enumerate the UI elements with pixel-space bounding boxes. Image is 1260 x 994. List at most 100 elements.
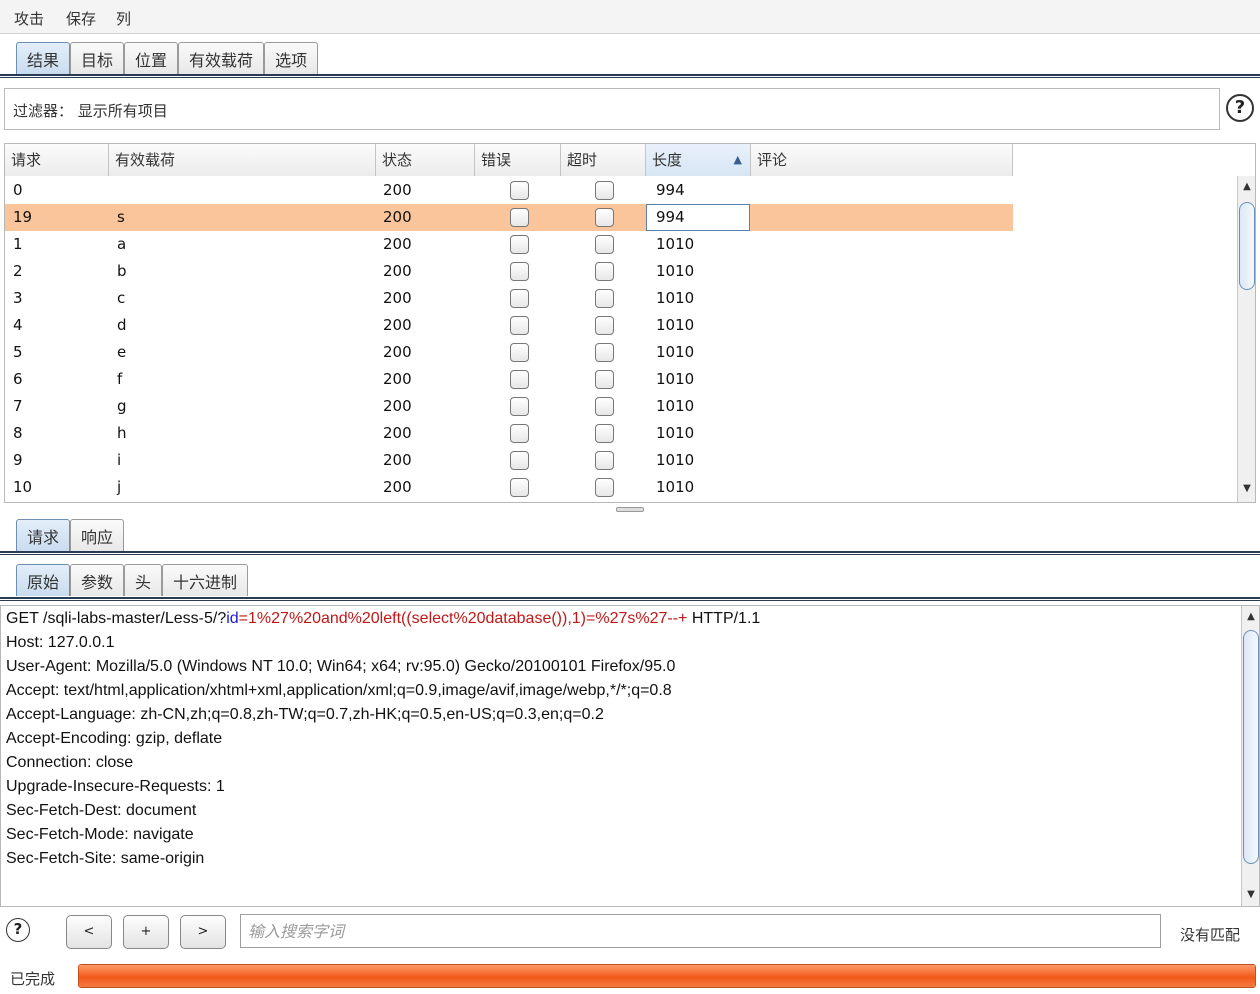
cell-status: 200 (383, 208, 412, 226)
search-input[interactable] (240, 914, 1161, 948)
error-checkbox[interactable] (510, 235, 529, 254)
col-comment[interactable]: 评论 (751, 144, 1013, 176)
scrollbar-thumb[interactable] (1239, 202, 1255, 290)
scroll-up-icon[interactable]: ▲ (1239, 178, 1255, 196)
tab-positions[interactable]: 位置 (124, 42, 179, 74)
cell-status: 200 (383, 451, 412, 469)
editor-scroll-up-icon[interactable]: ▲ (1243, 608, 1259, 626)
timeout-checkbox[interactable] (595, 316, 614, 335)
request-header-line: Host: 127.0.0.1 (6, 634, 115, 651)
menu-columns[interactable]: 列 (116, 8, 131, 29)
error-checkbox[interactable] (510, 262, 529, 281)
table-row[interactable]: 3 c 200 1010 (5, 285, 1013, 312)
timeout-checkbox[interactable] (595, 262, 614, 281)
progress-bar (78, 964, 1256, 988)
cell-length: 994 (656, 208, 685, 226)
table-row[interactable]: 4 d 200 1010 (5, 312, 1013, 339)
scroll-down-icon[interactable]: ▼ (1239, 480, 1255, 498)
editor-scrollbar[interactable]: ▲ ▼ (1241, 606, 1259, 906)
cell-status: 200 (383, 478, 412, 496)
col-timeout[interactable]: 超时 (561, 144, 646, 176)
cell-status: 200 (383, 424, 412, 442)
param-name: id (226, 610, 239, 627)
tab-raw[interactable]: 原始 (16, 564, 71, 596)
col-payload[interactable]: 有效载荷 (109, 144, 376, 176)
table-row[interactable]: 10 j 200 1010 (5, 474, 1013, 501)
cell-length: 1010 (656, 235, 695, 253)
table-row[interactable]: 2 b 200 1010 (5, 258, 1013, 285)
menu-save[interactable]: 保存 (66, 8, 96, 29)
filter-bar[interactable]: 过滤器： 显示所有项目 (4, 88, 1220, 130)
table-row[interactable]: 8 h 200 1010 (5, 420, 1013, 447)
param-equals: = (238, 610, 249, 627)
table-row[interactable]: 9 i 200 1010 (5, 447, 1013, 474)
table-scrollbar[interactable]: ▲ ▼ (1237, 176, 1255, 502)
cell-payload: a (117, 235, 127, 253)
request-header-line: Accept-Encoding: gzip, deflate (6, 730, 223, 747)
next-match-button[interactable]: > (180, 915, 226, 949)
error-checkbox[interactable] (510, 289, 529, 308)
editor-scroll-down-icon[interactable]: ▼ (1243, 886, 1259, 904)
error-checkbox[interactable] (510, 370, 529, 389)
previous-match-button[interactable]: < (66, 915, 112, 949)
error-checkbox[interactable] (510, 181, 529, 200)
table-header: 请求 有效载荷 状态 错误 超时 长度 ▲ 评论 (5, 144, 1013, 176)
request-header-line: Accept: text/html,application/xhtml+xml,… (6, 682, 672, 699)
cell-request: 4 (13, 316, 23, 334)
cell-payload: i (117, 451, 122, 469)
table-row[interactable]: 1 a 200 1010 (5, 231, 1013, 258)
timeout-checkbox[interactable] (595, 181, 614, 200)
cell-length: 1010 (656, 316, 695, 334)
filter-help-icon[interactable]: ? (1226, 94, 1254, 122)
error-checkbox[interactable] (510, 316, 529, 335)
cell-length: 1010 (656, 397, 695, 415)
table-row[interactable]: 0 200 994 (5, 177, 1013, 204)
search-help-icon[interactable]: ? (6, 918, 30, 942)
tab-params[interactable]: 参数 (70, 564, 125, 596)
timeout-checkbox[interactable] (595, 397, 614, 416)
split-pane-handle[interactable] (616, 507, 644, 512)
timeout-checkbox[interactable] (595, 370, 614, 389)
cell-payload: c (117, 289, 126, 307)
error-checkbox[interactable] (510, 343, 529, 362)
editor-scrollbar-thumb[interactable] (1243, 630, 1259, 864)
col-request[interactable]: 请求 (5, 144, 109, 176)
tab-target[interactable]: 目标 (70, 42, 125, 74)
tab-payloads[interactable]: 有效载荷 (178, 42, 265, 74)
add-match-button[interactable]: + (123, 915, 169, 949)
request-header-line: Sec-Fetch-Dest: document (6, 802, 197, 819)
menu-attack[interactable]: 攻击 (14, 8, 44, 29)
cell-length: 1010 (656, 262, 695, 280)
tab-headers[interactable]: 头 (124, 564, 163, 596)
timeout-checkbox[interactable] (595, 424, 614, 443)
table-row[interactable]: 7 g 200 1010 (5, 393, 1013, 420)
request-editor[interactable]: GET /sqli-labs-master/Less-5/?id=1%27%20… (0, 605, 1260, 907)
tab-response[interactable]: 响应 (70, 519, 125, 551)
error-checkbox[interactable] (510, 208, 529, 227)
table-row[interactable]: 6 f 200 1010 (5, 366, 1013, 393)
col-status[interactable]: 状态 (376, 144, 475, 176)
tab-hex[interactable]: 十六进制 (162, 564, 249, 596)
timeout-checkbox[interactable] (595, 289, 614, 308)
cell-request: 5 (13, 343, 23, 361)
table-row[interactable]: 5 e 200 1010 (5, 339, 1013, 366)
col-length-label: 长度 (652, 151, 683, 169)
timeout-checkbox[interactable] (595, 451, 614, 470)
table-row[interactable]: 19 s 200 994 (5, 204, 1013, 231)
timeout-checkbox[interactable] (595, 478, 614, 497)
col-error[interactable]: 错误 (475, 144, 561, 176)
timeout-checkbox[interactable] (595, 235, 614, 254)
col-length[interactable]: 长度 ▲ (646, 144, 751, 176)
timeout-checkbox[interactable] (595, 208, 614, 227)
error-checkbox[interactable] (510, 451, 529, 470)
error-checkbox[interactable] (510, 397, 529, 416)
cell-request: 7 (13, 397, 23, 415)
tab-request[interactable]: 请求 (16, 519, 71, 551)
error-checkbox[interactable] (510, 478, 529, 497)
cell-status: 200 (383, 235, 412, 253)
request-header-line: Upgrade-Insecure-Requests: 1 (6, 778, 225, 795)
tab-results[interactable]: 结果 (16, 42, 71, 74)
timeout-checkbox[interactable] (595, 343, 614, 362)
tab-options[interactable]: 选项 (264, 42, 319, 74)
error-checkbox[interactable] (510, 424, 529, 443)
